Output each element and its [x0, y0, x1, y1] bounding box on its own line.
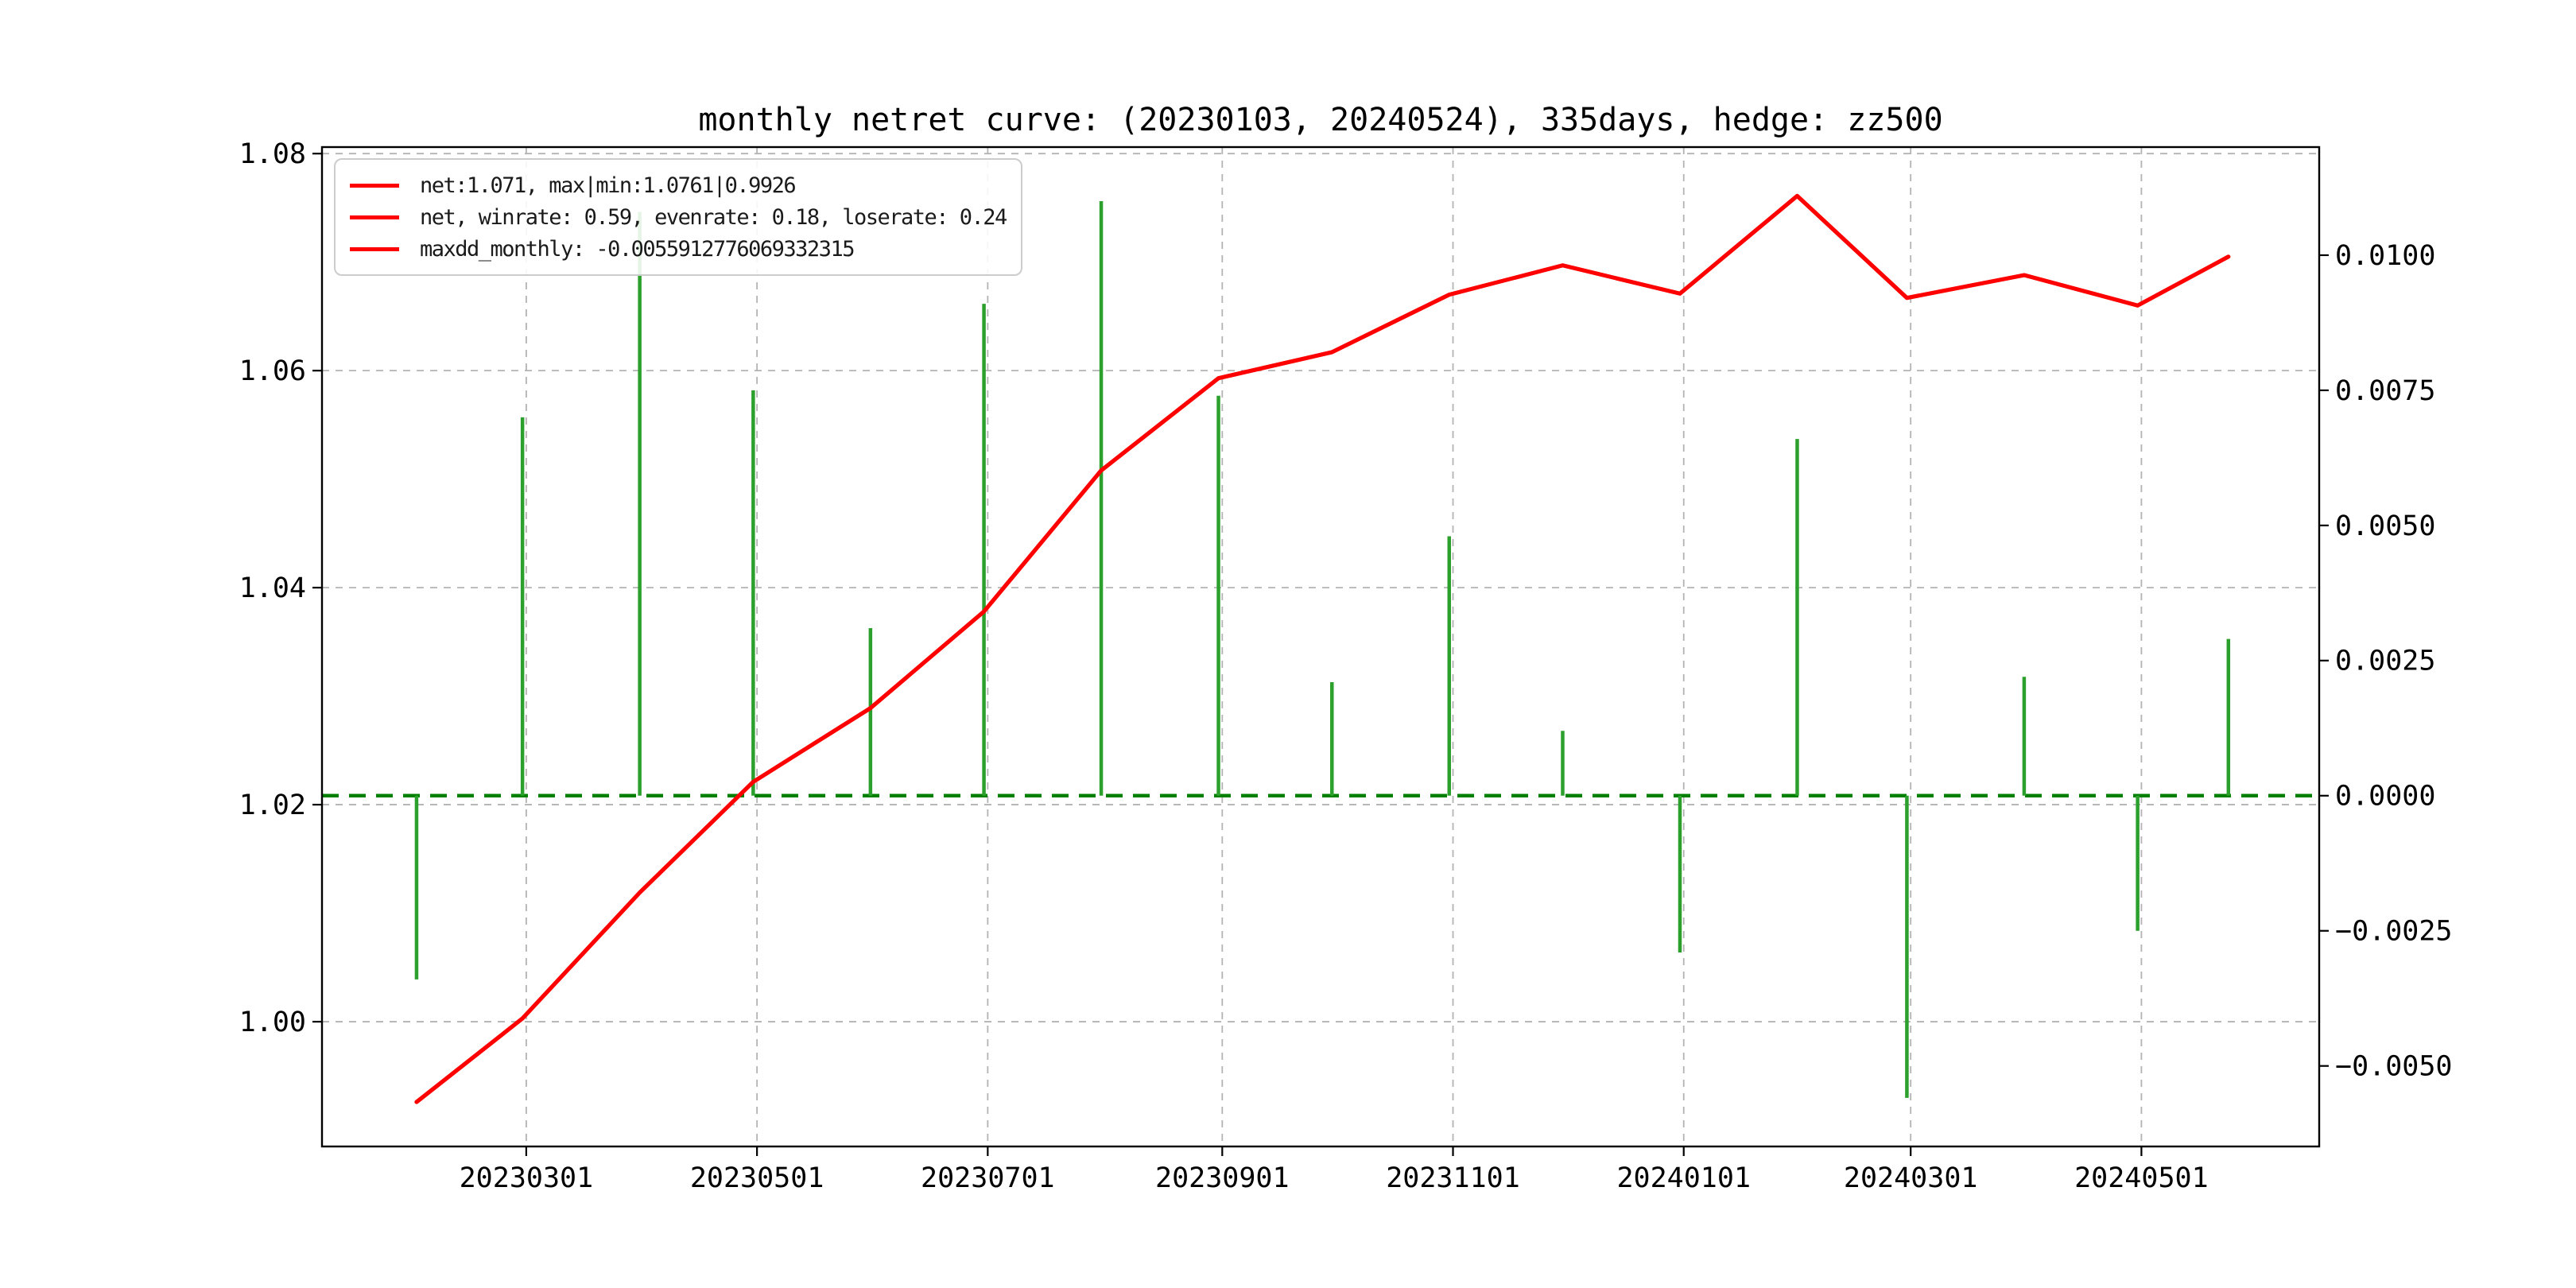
legend-item-net: net:1.071, max|min:1.0761|0.9926 [350, 169, 1007, 201]
legend-label: net:1.071, max|min:1.0761|0.9926 [420, 173, 797, 198]
x-axis-tick-label: 20230301 [460, 1162, 594, 1194]
left-axis-tick-label: 1.06 [239, 355, 306, 387]
right-axis-tick-label: 0.0075 [2335, 375, 2435, 407]
x-axis-tick-label: 20230901 [1155, 1162, 1290, 1194]
right-axis-tick-label: 0.0100 [2335, 240, 2435, 272]
x-axis-tick-label: 20240501 [2074, 1162, 2209, 1194]
right-axis-tick-label: 0.0025 [2335, 646, 2435, 677]
figure-canvas: monthly netret curve: (20230103, 2024052… [0, 0, 2576, 1288]
red-line-swatch-icon [350, 246, 399, 251]
right-axis-tick-label: −0.0025 [2335, 916, 2453, 948]
x-axis-tick-label: 20231101 [1386, 1162, 1520, 1194]
x-axis-tick-label: 20230501 [690, 1162, 824, 1194]
legend-label: net, winrate: 0.59, evenrate: 0.18, lose… [420, 204, 1007, 230]
legend-item-maxdd: maxdd_monthly: -0.0055912776069332315 [350, 233, 1007, 265]
red-line-swatch-icon [350, 215, 399, 219]
x-axis-tick-label: 20230701 [921, 1162, 1055, 1194]
legend-item-winrate: net, winrate: 0.59, evenrate: 0.18, lose… [350, 201, 1007, 233]
left-axis-tick-label: 1.04 [239, 572, 306, 604]
right-axis-tick-label: 0.0050 [2335, 510, 2435, 542]
red-line-swatch-icon [350, 183, 399, 188]
right-axis-tick-label: −0.0050 [2335, 1051, 2453, 1083]
net-curve-line [414, 193, 2231, 1104]
left-axis-tick-label: 1.00 [239, 1007, 306, 1038]
x-axis-tick-label: 20240301 [1844, 1162, 1978, 1194]
axes-frame [320, 145, 2321, 1148]
left-axis-tick-label: 1.02 [239, 789, 306, 821]
right-axis-tick-label: 0.0000 [2335, 781, 2435, 813]
legend-label: maxdd_monthly: -0.0055912776069332315 [420, 236, 855, 262]
legend: net:1.071, max|min:1.0761|0.9926 net, wi… [334, 158, 1022, 276]
x-axis-tick-label: 20240101 [1616, 1162, 1751, 1194]
left-axis-tick-label: 1.08 [239, 138, 306, 170]
